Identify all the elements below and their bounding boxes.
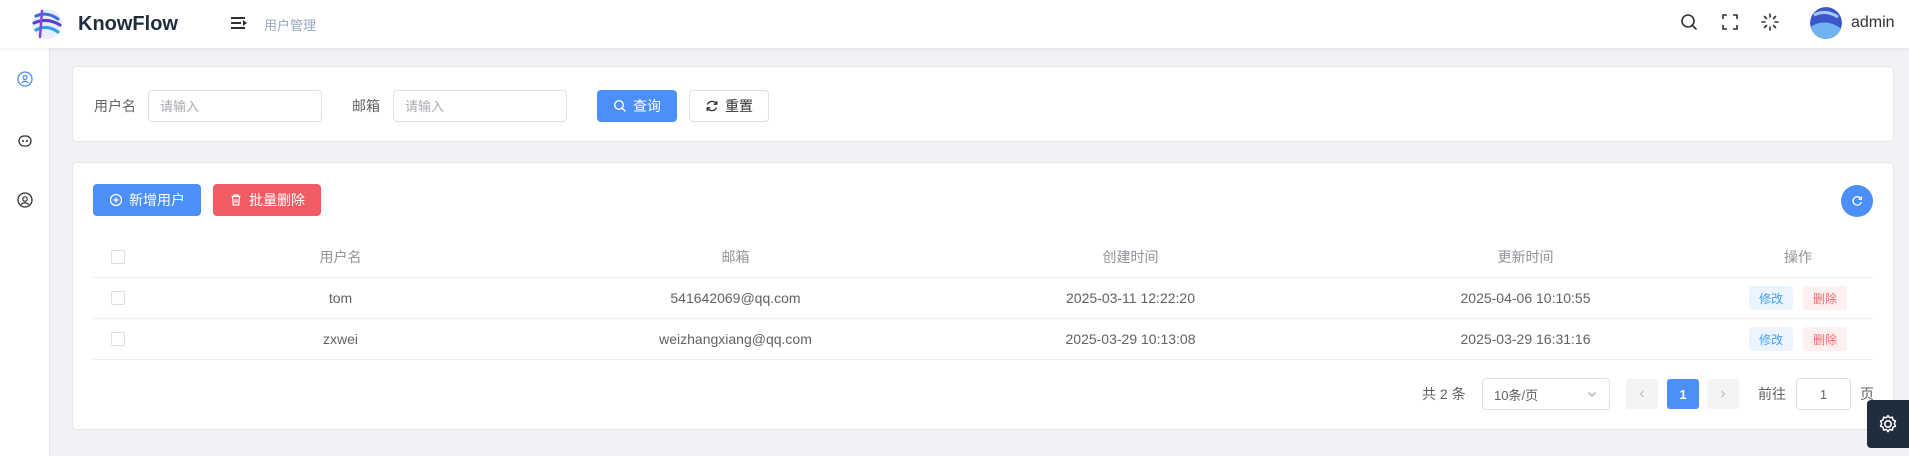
fullscreen-icon[interactable] xyxy=(1720,12,1740,32)
refresh-icon xyxy=(1852,196,1863,206)
batch-delete-button-label: 批量删除 xyxy=(249,192,305,208)
next-page-button[interactable] xyxy=(1707,379,1739,409)
updated-cell: 2025-03-29 16:31:16 xyxy=(1460,331,1591,347)
goto-page-input[interactable] xyxy=(1796,378,1851,410)
page-size-select[interactable]: 10条/页 xyxy=(1482,378,1610,410)
sidebar-toggle-icon[interactable] xyxy=(230,14,248,32)
breadcrumb[interactable]: 用户管理 xyxy=(264,15,316,34)
username-input[interactable] xyxy=(148,90,322,122)
email-cell: 541642069@qq.com xyxy=(670,290,801,306)
column-header[interactable]: 用户名 xyxy=(143,237,538,277)
column-header: 操作 xyxy=(1784,249,1812,265)
refresh-table-button[interactable] xyxy=(1841,185,1873,217)
plus-circle-icon xyxy=(109,193,123,207)
email-input[interactable] xyxy=(393,90,567,122)
robot-icon xyxy=(18,135,32,147)
edit-button[interactable]: 修改 xyxy=(1748,286,1793,310)
email-label: 邮箱 xyxy=(352,98,380,114)
chevron-down-icon xyxy=(1588,392,1596,397)
row-select-cell xyxy=(93,319,143,359)
account-icon xyxy=(17,192,33,208)
updated-cell: 2025-04-06 10:10:55 xyxy=(1460,290,1591,306)
column-header[interactable]: 更新时间 xyxy=(1328,237,1723,277)
sidebar xyxy=(0,48,50,456)
table-row: tom 541642069@qq.com 2025-03-11 12:22:20… xyxy=(93,278,1873,319)
row-checkbox[interactable] xyxy=(111,291,125,305)
page-number-button[interactable]: 1 xyxy=(1667,379,1699,409)
avatar[interactable] xyxy=(1810,7,1842,39)
sidebar-item-robot[interactable] xyxy=(10,125,40,155)
delete-button[interactable]: 删除 xyxy=(1803,286,1848,310)
table-row: zxwei weizhangxiang@qq.com 2025-03-29 10… xyxy=(93,319,1873,360)
refresh-icon xyxy=(706,100,718,112)
brand-name: KnowFlow xyxy=(78,13,178,35)
user-table-panel: 新增用户 批量删除 用户名 邮箱 创建时间 更新时间 操作 tom 541642… xyxy=(72,162,1894,430)
actions-cell: 修改 删除 xyxy=(1723,278,1873,318)
pagination-total: 共 2 条 xyxy=(1422,386,1466,402)
add-user-button[interactable]: 新增用户 xyxy=(93,184,201,216)
query-button-label: 查询 xyxy=(633,98,661,114)
sidebar-item-account[interactable] xyxy=(10,185,40,215)
email-cell: weizhangxiang@qq.com xyxy=(659,331,812,347)
prev-page-button[interactable] xyxy=(1626,379,1658,409)
chevron-right-icon xyxy=(1721,390,1726,398)
chevron-left-icon xyxy=(1639,390,1644,398)
row-checkbox[interactable] xyxy=(111,332,125,346)
created-cell: 2025-03-29 10:13:08 xyxy=(1065,331,1196,347)
settings-button[interactable] xyxy=(1867,400,1909,448)
row-select-cell xyxy=(93,278,143,318)
gear-icon xyxy=(1879,414,1897,433)
query-button[interactable]: 查询 xyxy=(597,90,677,122)
theme-icon[interactable] xyxy=(1760,12,1780,32)
sidebar-item-user-management[interactable] xyxy=(10,64,40,94)
select-all-checkbox[interactable] xyxy=(111,250,125,264)
column-header[interactable]: 创建时间 xyxy=(933,237,1328,277)
user-icon xyxy=(17,71,33,87)
batch-delete-button[interactable]: 批量删除 xyxy=(213,184,321,216)
username[interactable]: admin xyxy=(1851,14,1895,32)
username-cell: tom xyxy=(328,290,353,306)
created-cell: 2025-03-11 12:22:20 xyxy=(1066,290,1195,306)
reset-button-label: 重置 xyxy=(725,98,753,114)
search-icon xyxy=(613,99,626,112)
username-cell: zxwei xyxy=(322,331,358,347)
reset-button[interactable]: 重置 xyxy=(689,90,769,122)
edit-button[interactable]: 修改 xyxy=(1748,327,1793,351)
add-user-button-label: 新增用户 xyxy=(129,192,185,208)
search-panel: 用户名 邮箱 查询 重置 xyxy=(72,66,1894,142)
page-size-value: 10条/页 xyxy=(1494,387,1539,403)
select-all-cell xyxy=(93,237,143,277)
delete-button[interactable]: 删除 xyxy=(1803,327,1848,351)
knowflow-logo xyxy=(32,9,62,39)
trash-icon xyxy=(231,194,241,206)
column-header[interactable]: 邮箱 xyxy=(538,237,933,277)
username-label: 用户名 xyxy=(94,98,136,114)
actions-cell: 修改 删除 xyxy=(1723,319,1873,359)
goto-label: 前往 xyxy=(1758,386,1786,402)
top-header: KnowFlow 用户管理 admin xyxy=(0,0,1909,48)
table-header-row: 用户名 邮箱 创建时间 更新时间 操作 xyxy=(93,237,1873,278)
search-icon[interactable] xyxy=(1679,12,1699,32)
